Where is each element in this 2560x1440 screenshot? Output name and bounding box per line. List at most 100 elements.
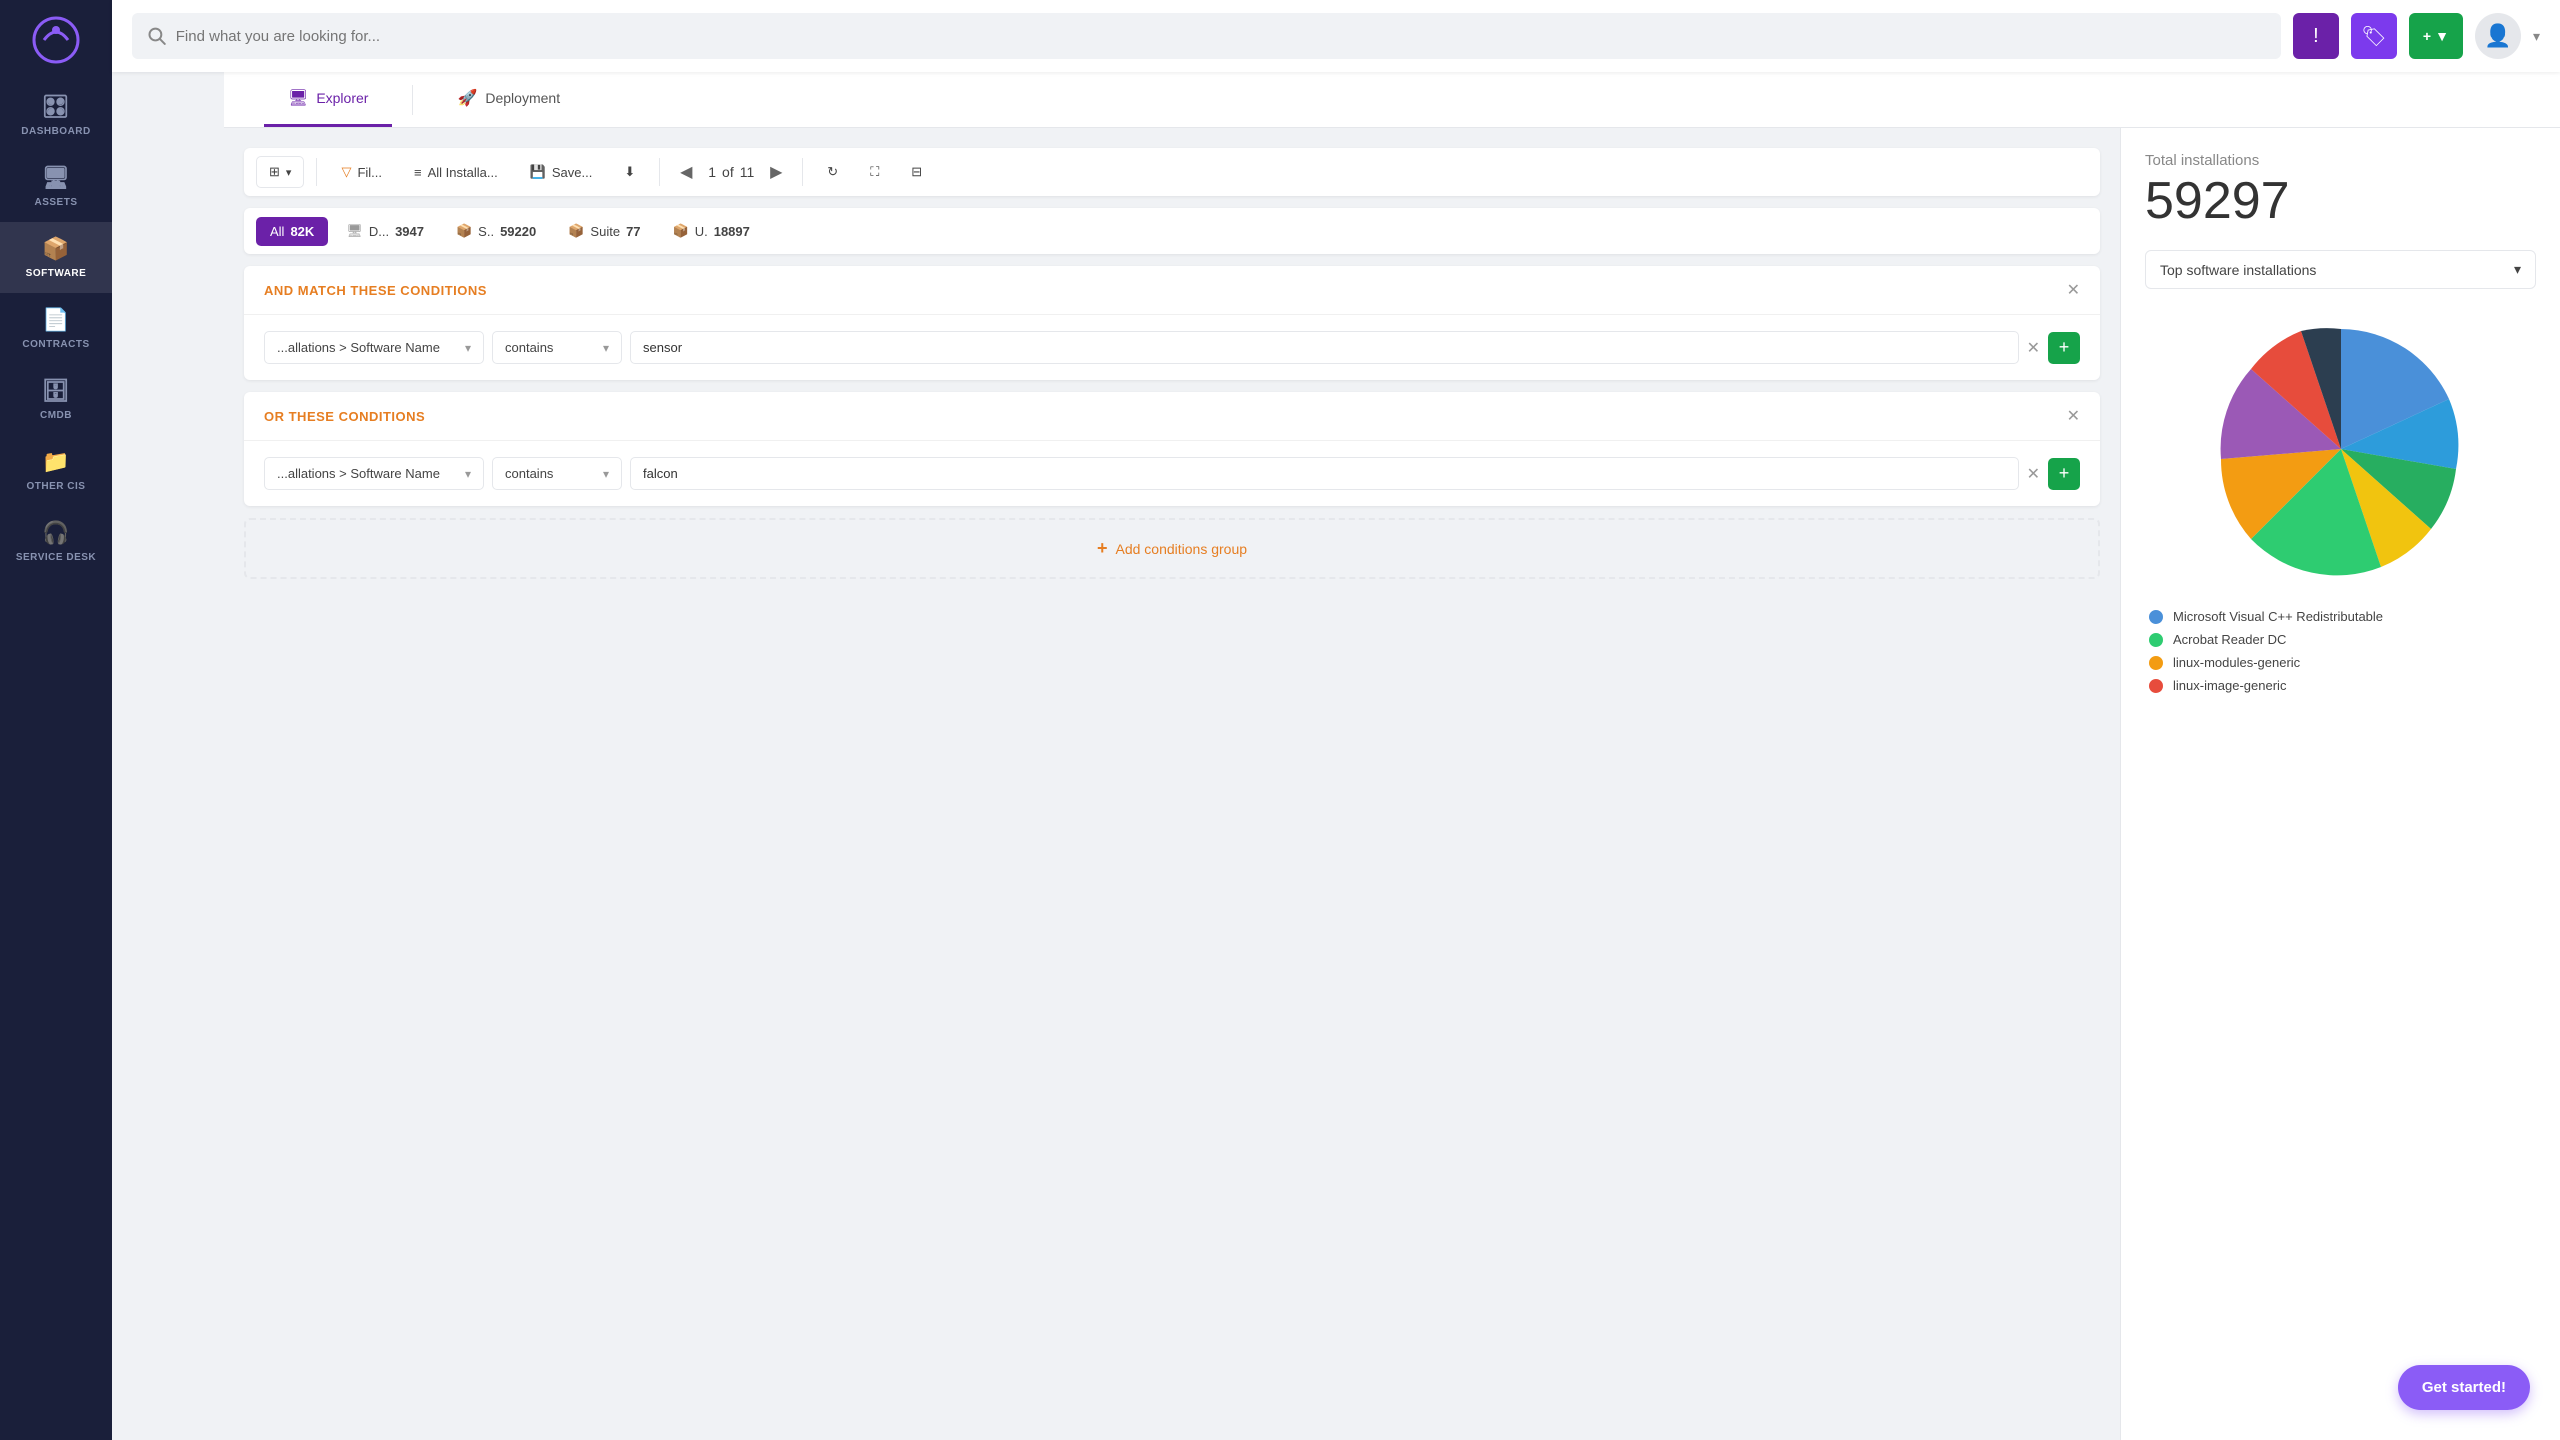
get-started-button[interactable]: Get started! [2398,1365,2530,1410]
toolbar-divider-2 [659,158,660,186]
save-button[interactable]: 💾 Save... [518,157,605,187]
or-conditions-body: ...allations > Software Name ▾ contains … [244,441,2100,506]
legend-dot-acrobat [2149,633,2163,647]
topbar: ! 🏷 + ▼ 👤 ▾ [112,0,2560,72]
legend: Microsoft Visual C++ Redistributable Acr… [2145,609,2536,693]
legend-item-linux-modules: linux-modules-generic [2149,655,2532,670]
and-conditions-close-button[interactable]: ✕ [2067,280,2080,300]
and-operator-select[interactable]: contains ▾ [492,331,622,364]
sidebar-item-service-desk[interactable]: 🎧 SERVICE DESK [0,506,112,577]
refresh-button[interactable]: ↻ [815,157,850,187]
download-button[interactable]: ⬇ [612,157,647,187]
filter-tab-all[interactable]: All 82K [256,217,328,246]
legend-label-linux-modules: linux-modules-generic [2173,655,2300,670]
sidebar-label-contracts: CONTRACTS [22,339,89,350]
next-page-button[interactable]: ▶ [762,158,790,186]
filter-button[interactable]: ▽ Fil... [329,157,394,187]
or-field-select[interactable]: ...allations > Software Name ▾ [264,457,484,490]
tab-deployment[interactable]: 🚀 Deployment [433,72,584,127]
view-toggle-button[interactable]: ⊞ ▾ [256,156,304,188]
sidebar-item-software[interactable]: 📦 SOFTWARE [0,222,112,293]
filter-icon: ▽ [341,164,351,180]
add-conditions-plus-icon: + [1097,538,1108,559]
or-clear-button[interactable]: ✕ [2027,464,2040,484]
add-button[interactable]: + ▼ [2409,13,2463,59]
search-input[interactable] [176,28,2265,45]
filter-suite-icon: 📦 [568,223,584,239]
and-value-input[interactable] [630,331,2019,364]
expand-icon: ⛶ [870,164,879,180]
or-operator-select[interactable]: contains ▾ [492,457,622,490]
pie-chart-container [2145,309,2536,589]
and-conditions-panel: AND MATCH THESE CONDITIONS ✕ ...allation… [244,266,2100,380]
of-label: of [722,164,734,180]
sidebar-item-contracts[interactable]: 📄 CONTRACTS [0,293,112,364]
or-add-button[interactable]: + [2048,458,2080,490]
search-wrapper [132,13,2281,59]
explorer-tab-icon: 🖥 [288,88,308,108]
or-conditions-panel: OR THESE CONDITIONS ✕ ...allations > Sof… [244,392,2100,506]
sidebar-item-assets[interactable]: 🖥 ASSETS [0,151,112,222]
and-operator-label: contains [505,340,553,355]
notification-icon: ! [2313,25,2319,48]
legend-dot-ms-visual [2149,610,2163,624]
and-field-label: ...allations > Software Name [277,340,440,355]
and-clear-button[interactable]: ✕ [2027,338,2040,358]
grid-button[interactable]: ⊟ [899,157,934,187]
deployment-tab-label: Deployment [485,90,560,106]
main-content: 🖥 Explorer 🚀 Deployment ⊞ ▾ ▽ Fil... [224,72,2560,1440]
filter-u-label: U. [695,224,708,239]
grid-icon: ⊟ [911,164,922,180]
dashboard-icon: 🎛 [42,94,70,120]
assets-icon: 🖥 [42,165,70,191]
and-condition-row: ...allations > Software Name ▾ contains … [264,331,2080,364]
layers-button[interactable]: ≡ All Installa... [402,158,510,187]
total-installations-count: 59297 [2145,173,2536,230]
pagination: 1 of 11 [708,164,754,180]
or-conditions-close-button[interactable]: ✕ [2067,406,2080,426]
tag-icon: 🏷 [2361,24,2386,49]
legend-dot-linux-image [2149,679,2163,693]
or-conditions-header: OR THESE CONDITIONS ✕ [244,392,2100,441]
legend-dot-linux-modules [2149,656,2163,670]
add-conditions-label: Add conditions group [1115,541,1247,557]
sidebar-item-cmdb[interactable]: 🗄 CMDB [0,364,112,435]
toolbar: ⊞ ▾ ▽ Fil... ≡ All Installa... 💾 Save... [244,148,2100,196]
filter-tab-u[interactable]: 📦 U. 18897 [659,216,764,246]
right-panel: Total installations 59297 Top software i… [2120,128,2560,1440]
sidebar-item-other-cis[interactable]: 📁 OTHER CIs [0,435,112,506]
layers-label: All Installa... [428,165,498,180]
or-operator-chevron-icon: ▾ [603,467,609,481]
save-icon: 💾 [530,164,546,180]
sidebar-item-dashboard[interactable]: 🎛 DASHBOARD [0,80,112,151]
service-desk-icon: 🎧 [42,520,70,546]
legend-item-linux-image: linux-image-generic [2149,678,2532,693]
filter-tab-d[interactable]: 🖥 D... 3947 [332,216,438,246]
filter-tab-suite[interactable]: 📦 Suite 77 [554,216,654,246]
and-field-chevron-icon: ▾ [465,341,471,355]
page-current: 1 [708,164,716,180]
tab-explorer[interactable]: 🖥 Explorer [264,72,392,127]
body-layout: ⊞ ▾ ▽ Fil... ≡ All Installa... 💾 Save... [224,128,2560,1440]
notification-button[interactable]: ! [2293,13,2339,59]
filter-s-label: S.. [478,224,494,239]
chart-selector[interactable]: Top software installations ▾ [2145,250,2536,289]
sidebar-label-other-cis: OTHER CIs [27,481,86,492]
or-condition-row: ...allations > Software Name ▾ contains … [264,457,2080,490]
tag-button[interactable]: 🏷 [2351,13,2397,59]
and-field-select[interactable]: ...allations > Software Name ▾ [264,331,484,364]
avatar-chevron-icon[interactable]: ▾ [2533,28,2540,45]
and-conditions-body: ...allations > Software Name ▾ contains … [244,315,2100,380]
or-value-input[interactable] [630,457,2019,490]
filter-tab-s[interactable]: 📦 S.. 59220 [442,216,550,246]
sidebar: 🎛 DASHBOARD 🖥 ASSETS 📦 SOFTWARE 📄 CONTRA… [0,0,112,1440]
refresh-icon: ↻ [827,164,838,180]
layers-icon: ≡ [414,165,422,180]
deployment-tab-icon: 🚀 [457,88,477,108]
expand-button[interactable]: ⛶ [858,157,891,187]
avatar[interactable]: 👤 [2475,13,2521,59]
add-conditions-group-button[interactable]: + Add conditions group [244,518,2100,579]
prev-page-button[interactable]: ◀ [672,158,700,186]
and-add-button[interactable]: + [2048,332,2080,364]
sidebar-label-assets: ASSETS [34,197,77,208]
